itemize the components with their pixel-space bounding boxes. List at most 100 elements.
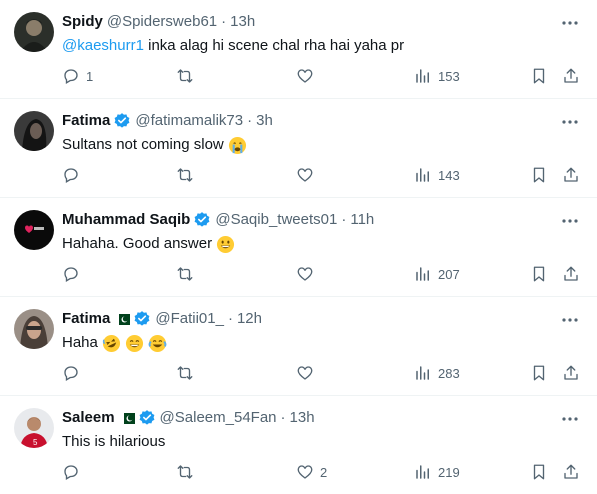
bookmark-button[interactable] (530, 264, 548, 284)
retweet-button[interactable] (176, 264, 200, 284)
tweet[interactable]: Spidy @Spidersweb61 · 13h @kaeshurr1 ink… (0, 0, 597, 99)
verified-badge-icon (193, 211, 211, 229)
more-icon[interactable] (561, 113, 579, 131)
more-icon[interactable] (561, 311, 579, 329)
views-icon (416, 465, 429, 479)
avatar[interactable] (14, 12, 54, 52)
share-icon (564, 365, 578, 380)
like-icon (297, 267, 313, 281)
bookmark-button[interactable] (530, 462, 548, 482)
share-icon (564, 266, 578, 281)
separator-dot: · (221, 13, 227, 30)
like-button[interactable]: 2 (296, 462, 327, 482)
display-name[interactable]: Spidy (62, 12, 103, 32)
more-icon[interactable] (561, 14, 579, 32)
reply-button[interactable] (62, 462, 86, 482)
views-icon (416, 168, 429, 182)
timestamp[interactable]: 3h (256, 111, 273, 131)
share-button[interactable] (562, 66, 580, 86)
reply-icon (64, 366, 78, 381)
like-icon (297, 465, 313, 479)
mention-link[interactable]: @kaeshurr1 (62, 36, 144, 56)
bookmark-button[interactable] (530, 66, 548, 86)
views-button[interactable]: 283 (414, 363, 460, 383)
crying-face-icon (228, 136, 247, 155)
retweet-button[interactable] (176, 462, 200, 482)
share-button[interactable] (562, 462, 580, 482)
avatar[interactable] (14, 210, 54, 250)
view-count: 283 (438, 365, 460, 381)
reply-button[interactable] (62, 264, 86, 284)
avatar[interactable] (14, 309, 54, 349)
avatar[interactable]: 5 (14, 408, 54, 448)
views-button[interactable]: 207 (414, 264, 460, 284)
tweet-body: Sultans not coming slow (62, 136, 224, 153)
share-button[interactable] (562, 264, 580, 284)
user-handle[interactable]: @Saleem_54Fan (160, 408, 277, 428)
tweet-body: Hahaha. Good answer (62, 235, 213, 252)
tweet[interactable]: Muhammad Saqib @Saqib_tweets01 · 11h Hah… (0, 198, 597, 297)
retweet-button[interactable] (176, 165, 200, 185)
like-icon (297, 69, 313, 83)
like-button[interactable] (296, 66, 320, 86)
tweet-text: Haha (62, 333, 577, 353)
like-icon (297, 366, 313, 380)
like-button[interactable] (296, 264, 320, 284)
user-handle[interactable]: @Spidersweb61 (107, 12, 217, 32)
tweet-header: Muhammad Saqib @Saqib_tweets01 · 11h (62, 210, 547, 230)
user-handle[interactable]: @fatimamalik73 (135, 111, 243, 131)
timestamp[interactable]: 13h (290, 408, 315, 428)
views-button[interactable]: 143 (414, 165, 460, 185)
user-handle[interactable]: @Fatii01_ (155, 309, 224, 329)
action-bar: 143 (62, 165, 583, 185)
timestamp[interactable]: 11h (350, 210, 374, 230)
reply-button[interactable] (62, 165, 86, 185)
rofl-face-icon (102, 334, 121, 353)
views-icon (416, 69, 429, 83)
display-name[interactable]: Muhammad Saqib (62, 210, 190, 230)
share-icon (564, 464, 578, 479)
like-count: 2 (320, 464, 328, 480)
timestamp[interactable]: 12h (237, 309, 262, 329)
tweet-body: inka alag hi scene chal rha hai yaha pr (143, 37, 405, 54)
reply-button[interactable] (62, 363, 86, 383)
display-name[interactable]: Fatima (62, 309, 110, 329)
views-button[interactable]: 219 (414, 462, 460, 482)
like-button[interactable] (296, 363, 320, 383)
tweet[interactable]: 5 Saleem @Saleem_54Fan · 13h This is hil… (0, 396, 597, 494)
bookmark-button[interactable] (530, 363, 548, 383)
tweet[interactable]: Fatima @fatimamalik73 · 3h Sultans not c… (0, 99, 597, 198)
more-icon[interactable] (561, 212, 579, 230)
like-button[interactable] (296, 165, 320, 185)
svg-text:5: 5 (33, 438, 38, 447)
retweet-icon (177, 69, 193, 83)
pakistan-flag-icon (115, 313, 131, 325)
user-handle[interactable]: @Saqib_tweets01 (215, 210, 337, 230)
timestamp[interactable]: 13h (230, 12, 255, 32)
pakistan-flag-icon (119, 412, 135, 424)
avatar[interactable] (14, 111, 54, 151)
share-button[interactable] (562, 363, 580, 383)
bookmark-button[interactable] (530, 165, 548, 185)
like-icon (297, 168, 313, 182)
verified-badge-icon (133, 310, 151, 328)
tweet-text: Sultans not coming slow (62, 135, 577, 155)
reply-icon (64, 168, 78, 183)
separator-dot: · (341, 211, 347, 228)
display-name[interactable]: Saleem (62, 408, 115, 428)
separator-dot: · (280, 409, 286, 426)
view-count: 143 (438, 167, 460, 183)
share-button[interactable] (562, 165, 580, 185)
retweet-button[interactable] (176, 66, 200, 86)
tweet-header: Saleem @Saleem_54Fan · 13h (62, 408, 547, 428)
views-button[interactable]: 153 (414, 66, 460, 86)
retweet-icon (177, 366, 193, 380)
joy-face-icon (148, 334, 167, 353)
tweet[interactable]: Fatima @Fatii01_ · 12h Haha 283 (0, 297, 597, 396)
reply-count: 1 (86, 68, 94, 84)
more-icon[interactable] (561, 410, 579, 428)
reply-button[interactable]: 1 (62, 66, 93, 86)
retweet-button[interactable] (176, 363, 200, 383)
display-name[interactable]: Fatima (62, 111, 110, 131)
action-bar: 283 (62, 363, 583, 383)
